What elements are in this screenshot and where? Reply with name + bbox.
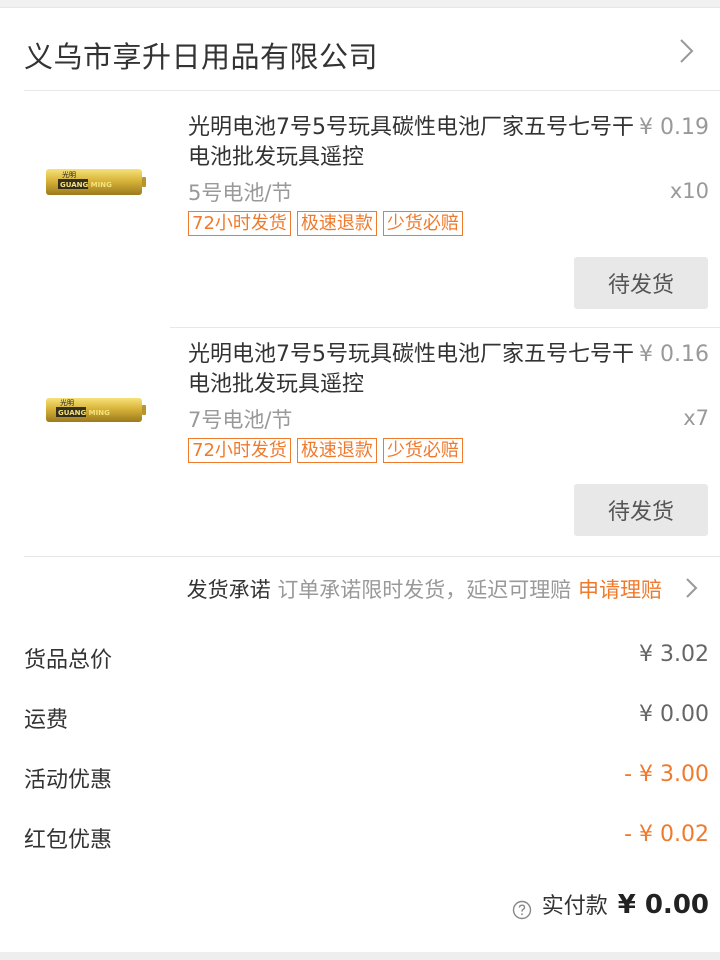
actual-payment-label: 实付款 <box>541 894 608 919</box>
chevron-right-icon[interactable] <box>674 36 698 66</box>
activity-discount-row: 活动优惠 - ¥ 3.00 <box>0 754 720 794</box>
actual-payment: 实付款 ¥ 0.00 <box>512 888 709 932</box>
battery-brand-cn: 光明 <box>62 170 76 179</box>
tag-fast-refund: 极速退款 <box>296 438 377 463</box>
promise-text: 订单承诺限时发货，延迟可理赔 <box>277 578 572 602</box>
goods-total-value: ¥ 3.02 <box>639 642 709 667</box>
pending-shipment-button[interactable]: 待发货 <box>574 484 708 536</box>
tag-shortage-compensation: 少货必赔 <box>382 211 463 236</box>
shop-name[interactable]: 义乌市享升日用品有限公司 <box>24 34 378 76</box>
shop-header[interactable]: 义乌市享升日用品有限公司 <box>0 10 720 90</box>
divider <box>24 556 720 557</box>
order-item[interactable]: GUANG MING 光明 光明电池7号5号玩具碳性电池厂家五号七号干电池批发玩… <box>0 91 720 327</box>
battery-brand-text: GUANG MING <box>60 181 112 189</box>
shipping-fee-row: 运费 ¥ 0.00 <box>0 694 720 734</box>
goods-total-label: 货品总价 <box>24 648 113 673</box>
chevron-right-icon[interactable] <box>682 576 700 600</box>
bottom-separator <box>0 952 720 960</box>
product-spec: 5号电池/节 <box>188 181 293 205</box>
battery-brand-text: GUANG MING <box>58 409 110 417</box>
shipping-fee-label: 运费 <box>24 708 69 733</box>
red-packet-discount-row: 红包优惠 - ¥ 0.02 <box>0 814 720 854</box>
pending-shipment-button[interactable]: 待发货 <box>574 257 708 309</box>
battery-image[interactable]: GUANG MING 光明 <box>44 163 148 203</box>
red-packet-discount-value: - ¥ 0.02 <box>624 822 709 847</box>
actual-payment-value: ¥ 0.00 <box>617 890 709 920</box>
goods-total-row: 货品总价 ¥ 3.02 <box>0 634 720 674</box>
red-packet-discount-label: 红包优惠 <box>24 828 113 853</box>
product-spec: 7号电池/节 <box>188 408 293 432</box>
product-price: ¥ 0.16 <box>639 342 709 367</box>
product-title[interactable]: 光明电池7号5号玩具碳性电池厂家五号七号干电池批发玩具遥控 <box>188 113 638 173</box>
product-title[interactable]: 光明电池7号5号玩具碳性电池厂家五号七号干电池批发玩具遥控 <box>188 340 638 400</box>
activity-discount-label: 活动优惠 <box>24 768 113 793</box>
tag-72h-shipping: 72小时发货 <box>188 211 291 236</box>
tag-shortage-compensation: 少货必赔 <box>382 438 463 463</box>
service-tags: 72小时发货 极速退款 少货必赔 <box>188 438 463 463</box>
apply-claim-link[interactable]: 申请理赔 <box>578 578 662 602</box>
promise-label: 发货承诺 <box>186 578 271 602</box>
shipping-promise-row[interactable]: 发货承诺 订单承诺限时发货，延迟可理赔 申请理赔 <box>0 558 720 618</box>
product-price: ¥ 0.19 <box>639 115 709 140</box>
tag-72h-shipping: 72小时发货 <box>188 438 291 463</box>
top-separator <box>0 0 720 8</box>
activity-discount-value: - ¥ 3.00 <box>624 762 709 787</box>
product-quantity: x10 <box>669 179 709 203</box>
shipping-fee-value: ¥ 0.00 <box>639 702 709 727</box>
service-tags: 72小时发货 极速退款 少货必赔 <box>188 211 463 236</box>
help-icon[interactable] <box>512 900 532 920</box>
tag-fast-refund: 极速退款 <box>296 211 377 236</box>
product-quantity: x7 <box>683 406 709 430</box>
battery-brand-cn: 光明 <box>60 398 74 407</box>
battery-image[interactable]: GUANG MING 光明 <box>44 390 148 430</box>
order-item[interactable]: GUANG MING 光明 光明电池7号5号玩具碳性电池厂家五号七号干电池批发玩… <box>0 328 720 556</box>
